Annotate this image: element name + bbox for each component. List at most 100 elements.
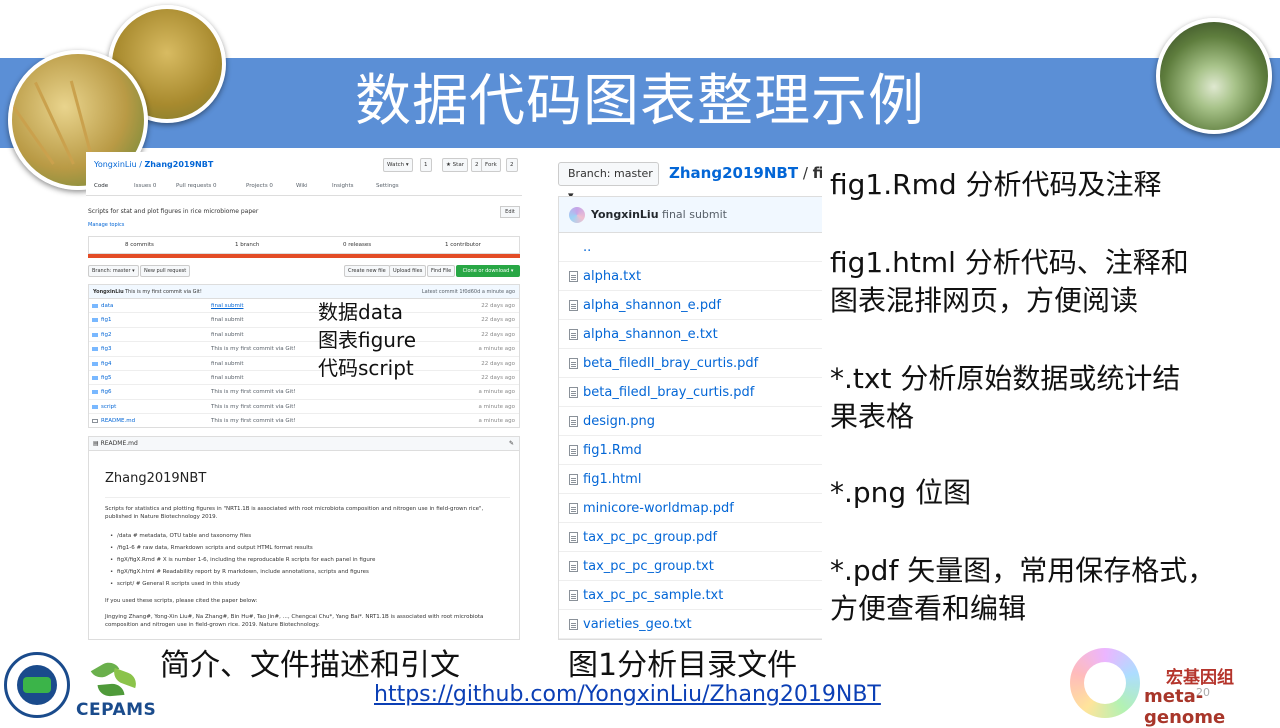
- contributors-count[interactable]: 1 contributor: [445, 242, 481, 248]
- file-name[interactable]: varieties_geo.txt: [583, 610, 692, 639]
- tab-code[interactable]: Code: [94, 183, 108, 189]
- branch-select[interactable]: Branch: master ▾: [88, 265, 139, 277]
- edit-button[interactable]: Edit: [500, 206, 520, 218]
- file-commit[interactable]: final submit: [211, 299, 243, 313]
- file-name[interactable]: data: [101, 299, 113, 313]
- table-row[interactable]: fig6 This is my first commit via Git! a mi…: [89, 385, 519, 400]
- tab-pull-requests[interactable]: Pull requests 0: [176, 183, 217, 189]
- file-name[interactable]: fig6: [101, 385, 111, 399]
- file-name[interactable]: tax_pc_pc_group.pdf: [583, 523, 717, 552]
- find-file-button[interactable]: Find File: [427, 265, 456, 277]
- upload-files-button[interactable]: Upload files: [389, 265, 427, 277]
- table-row[interactable]: fig4 final submit 22 days ago: [89, 357, 519, 371]
- file-name[interactable]: alpha.txt: [583, 262, 641, 291]
- file-name[interactable]: fig4: [101, 357, 111, 371]
- table-row[interactable]: fig5 final submit 22 days ago: [89, 371, 519, 386]
- file-name[interactable]: beta_filedI_bray_curtis.pdf: [583, 378, 754, 407]
- list-item[interactable]: alpha.txt: [559, 262, 822, 291]
- file-name[interactable]: minicore-worldmap.pdf: [583, 494, 734, 523]
- readme-divider: [105, 497, 510, 498]
- list-item[interactable]: fig1.Rmd: [559, 436, 822, 465]
- file-commit[interactable]: This is my first commit via Git!: [211, 385, 296, 399]
- file-commit[interactable]: final submit: [211, 357, 243, 371]
- parent-dir-row[interactable]: ..: [559, 233, 822, 262]
- list-item[interactable]: varieties_geo.txt: [559, 610, 822, 639]
- watch-button[interactable]: Watch ▾: [383, 158, 413, 172]
- tab-wiki[interactable]: Wiki: [296, 183, 308, 189]
- watch-count[interactable]: 1: [420, 158, 432, 172]
- tab-insights[interactable]: Insights: [332, 183, 354, 189]
- breadcrumb-repo[interactable]: Zhang2019NBT: [669, 164, 798, 182]
- file-name[interactable]: design.png: [583, 407, 655, 436]
- parent-dir-link[interactable]: ..: [583, 233, 591, 262]
- list-item[interactable]: tax_pc_pc_group.txt: [559, 552, 822, 581]
- commit-message[interactable]: This is my first commit via Git!: [125, 285, 202, 299]
- list-item[interactable]: tax_pc_pc_group.pdf: [559, 523, 822, 552]
- star-button[interactable]: ★ Star: [442, 158, 468, 172]
- list-item[interactable]: alpha_shannon_e.pdf: [559, 291, 822, 320]
- clone-button[interactable]: Clone or download ▾: [456, 265, 520, 277]
- file-name[interactable]: beta_filedII_bray_curtis.pdf: [583, 349, 758, 378]
- commits-count[interactable]: 8 commits: [125, 242, 154, 248]
- file-commit[interactable]: This is my first commit via Git!: [211, 342, 296, 356]
- commit-user[interactable]: YongxinLiu: [591, 208, 659, 221]
- table-row[interactable]: script This is my first commit via Git! a …: [89, 400, 519, 415]
- file-name[interactable]: tax_pc_pc_group.txt: [583, 552, 714, 581]
- list-item[interactable]: minicore-worldmap.pdf: [559, 494, 822, 523]
- list-item[interactable]: design.png: [559, 407, 822, 436]
- table-row[interactable]: README.md This is my first commit via Git…: [89, 414, 519, 428]
- file-name[interactable]: alpha_shannon_e.pdf: [583, 291, 721, 320]
- fork-count[interactable]: 2: [506, 158, 518, 172]
- file-name[interactable]: fig5: [101, 371, 111, 385]
- file-commit[interactable]: final submit: [211, 371, 243, 385]
- directory-file-list: YongxinLiu final submit .. alpha.txt alp…: [558, 196, 822, 640]
- breadcrumb: Zhang2019NBT / fig1 /: [669, 164, 822, 182]
- tab-settings[interactable]: Settings: [376, 183, 399, 189]
- file-name[interactable]: fig1.html: [583, 465, 641, 494]
- metagenome-en: meta-genome: [1144, 686, 1226, 728]
- readme-filename: README.md: [100, 440, 138, 447]
- manage-topics-link[interactable]: Manage topics: [88, 222, 124, 228]
- list-item[interactable]: beta_filedII_bray_curtis.pdf: [559, 349, 822, 378]
- fork-button[interactable]: Fork: [481, 158, 501, 172]
- avatar[interactable]: [569, 207, 585, 223]
- github-link[interactable]: https://github.com/YongxinLiu/Zhang2019N…: [374, 682, 881, 707]
- file-name[interactable]: fig3: [101, 342, 111, 356]
- new-pull-request-button[interactable]: New pull request: [140, 265, 191, 277]
- list-item[interactable]: alpha_shannon_e.txt: [559, 320, 822, 349]
- tab-projects[interactable]: Projects 0: [246, 183, 273, 189]
- file-commit[interactable]: This is my first commit via Git!: [211, 414, 296, 428]
- file-name[interactable]: script: [101, 400, 116, 414]
- list-item[interactable]: tax_pc_pc_sample.txt: [559, 581, 822, 610]
- branch-count[interactable]: 1 branch: [235, 242, 259, 248]
- note-txt-2: 果表格: [830, 400, 915, 433]
- table-row[interactable]: fig2 final submit 22 days ago: [89, 328, 519, 343]
- pencil-icon[interactable]: ✎: [509, 437, 514, 451]
- repo-name-link[interactable]: Zhang2019NBT: [144, 160, 213, 169]
- file-commit[interactable]: This is my first commit via Git!: [211, 400, 296, 414]
- file-name[interactable]: fig2: [101, 328, 111, 342]
- file-commit[interactable]: final submit: [211, 328, 243, 342]
- releases-count[interactable]: 0 releases: [343, 242, 371, 248]
- tab-issues[interactable]: Issues 0: [134, 183, 156, 189]
- create-file-button[interactable]: Create new file: [344, 265, 390, 277]
- table-row[interactable]: fig1 final submit 22 days ago: [89, 313, 519, 328]
- file-name[interactable]: README.md: [101, 414, 135, 428]
- file-icon: [92, 419, 98, 424]
- commit-user[interactable]: YongxinLiu: [93, 285, 124, 299]
- file-name[interactable]: tax_pc_pc_sample.txt: [583, 581, 723, 610]
- file-time: 22 days ago: [481, 317, 515, 324]
- file-icon: [569, 329, 578, 340]
- table-row[interactable]: data final submit 22 days ago: [89, 299, 519, 314]
- table-row[interactable]: fig3 This is my first commit via Git! a mi…: [89, 342, 519, 357]
- list-item[interactable]: fig1.html: [559, 465, 822, 494]
- file-name[interactable]: alpha_shannon_e.txt: [583, 320, 718, 349]
- file-name[interactable]: fig1.Rmd: [583, 436, 642, 465]
- folder-annotation: 数据data 图表figure 代码script: [318, 298, 416, 382]
- file-name[interactable]: fig1: [101, 313, 111, 327]
- list-item[interactable]: beta_filedI_bray_curtis.pdf: [559, 378, 822, 407]
- commit-message[interactable]: final submit: [662, 208, 727, 221]
- file-commit[interactable]: final submit: [211, 313, 243, 327]
- repo-owner-link[interactable]: YongxinLiu: [94, 160, 137, 169]
- branch-select[interactable]: Branch: master ▾: [558, 162, 659, 202]
